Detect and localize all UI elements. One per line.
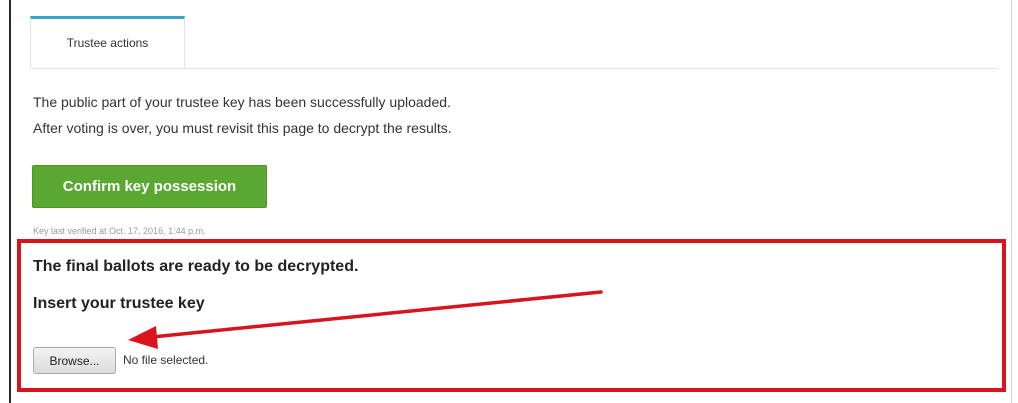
file-status-label: No file selected. [123,353,209,367]
upload-success-message: The public part of your trustee key has … [33,94,451,110]
insert-key-heading: Insert your trustee key [33,295,205,312]
key-verified-timestamp: Key last verified at Oct. 17, 2016, 1:44… [33,226,206,236]
confirm-key-possession-button[interactable]: Confirm key possession [32,165,267,208]
tab-trustee-actions[interactable]: Trustee actions [30,16,185,68]
decrypt-ready-heading: The final ballots are ready to be decryp… [33,258,359,275]
browse-file-button[interactable]: Browse... [33,347,116,374]
tab-bar: Trustee actions [30,16,998,69]
revisit-instructions: After voting is over, you must revisit t… [33,120,452,136]
